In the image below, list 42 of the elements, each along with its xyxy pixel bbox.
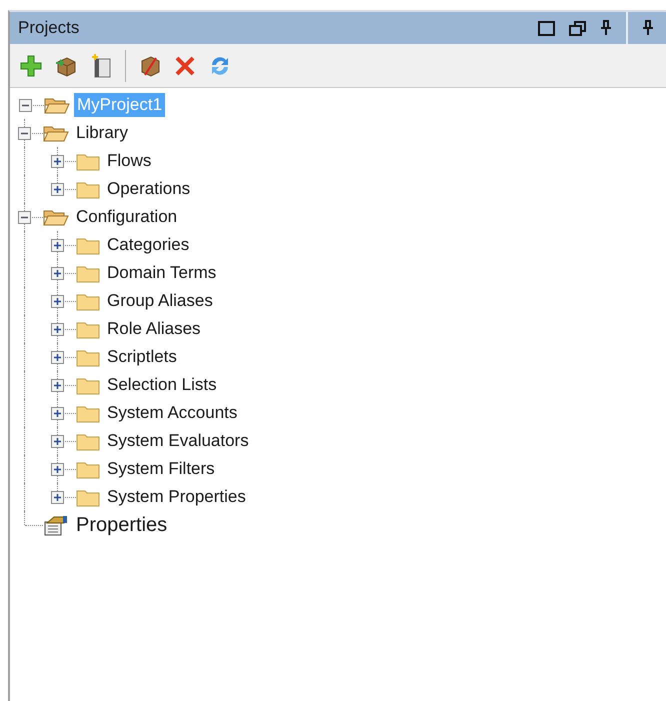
- maximize-icon[interactable]: [538, 20, 555, 36]
- delete-icon[interactable]: [174, 54, 196, 76]
- tree-item[interactable]: Domain Terms: [104, 261, 220, 285]
- pin-icon[interactable]: [642, 20, 654, 36]
- expand-icon[interactable]: [51, 239, 64, 252]
- collapse-icon[interactable]: [19, 99, 32, 112]
- add-icon[interactable]: [20, 54, 42, 76]
- collapse-icon[interactable]: [18, 127, 31, 140]
- tree-item[interactable]: Properties: [73, 513, 170, 537]
- expand-icon[interactable]: [51, 435, 64, 448]
- tree-item[interactable]: Group Aliases: [104, 289, 216, 313]
- expand-icon[interactable]: [51, 183, 64, 196]
- expand-icon[interactable]: [51, 267, 64, 280]
- tree-item[interactable]: System Properties: [104, 485, 249, 509]
- expand-icon[interactable]: [51, 295, 64, 308]
- tree-item[interactable]: Scriptlets: [104, 345, 180, 369]
- box-arrow-icon[interactable]: [55, 54, 77, 76]
- expand-icon[interactable]: [51, 323, 64, 336]
- expand-icon[interactable]: [51, 351, 64, 364]
- collapse-icon[interactable]: [18, 211, 31, 224]
- restore-icon[interactable]: [569, 20, 586, 36]
- box-slash-icon[interactable]: [139, 54, 161, 76]
- expand-icon[interactable]: [51, 491, 64, 504]
- tree-item[interactable]: Flows: [104, 149, 154, 173]
- tree-item[interactable]: System Accounts: [104, 401, 240, 425]
- tree-item[interactable]: System Filters: [104, 457, 218, 481]
- tree-item[interactable]: Role Aliases: [104, 317, 204, 341]
- tree-item[interactable]: Library: [73, 121, 131, 145]
- expand-icon[interactable]: [51, 463, 64, 476]
- tree-item[interactable]: Configuration: [73, 205, 180, 229]
- refresh-icon[interactable]: [209, 54, 231, 76]
- pin-icon[interactable]: [600, 20, 612, 36]
- properties-icon: [43, 514, 69, 536]
- expand-icon[interactable]: [51, 407, 64, 420]
- tree-item[interactable]: Categories: [104, 233, 192, 257]
- expand-icon[interactable]: [51, 155, 64, 168]
- expand-icon[interactable]: [51, 379, 64, 392]
- new-document-icon[interactable]: [90, 54, 112, 78]
- tree-item[interactable]: Selection Lists: [104, 373, 220, 397]
- tree-item[interactable]: System Evaluators: [104, 429, 252, 453]
- tree-item[interactable]: Operations: [104, 177, 194, 201]
- panel-title: Projects: [18, 17, 80, 40]
